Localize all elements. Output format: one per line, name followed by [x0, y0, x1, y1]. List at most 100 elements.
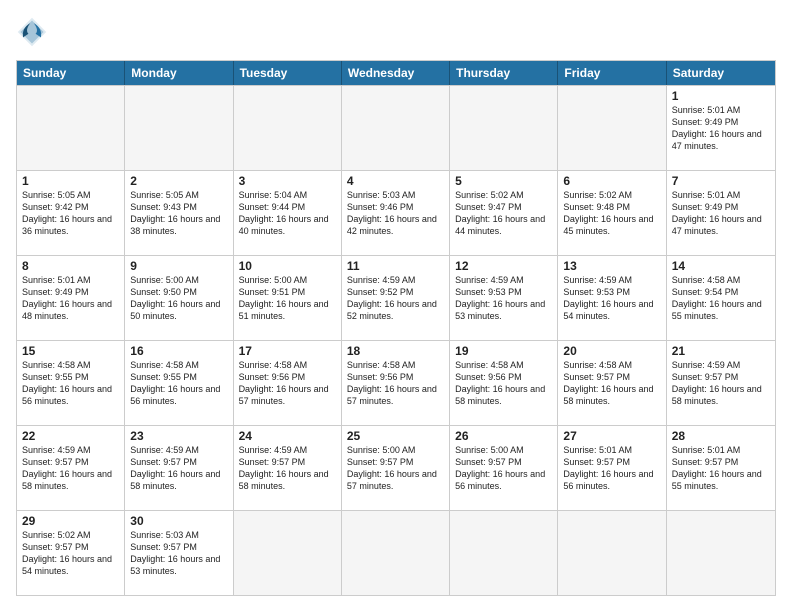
day-info: Sunrise: 5:00 AM Sunset: 9:50 PM Dayligh… [130, 274, 227, 323]
day-number: 23 [130, 429, 227, 443]
day-info: Sunrise: 4:58 AM Sunset: 9:57 PM Dayligh… [563, 359, 660, 408]
day-info: Sunrise: 5:03 AM Sunset: 9:46 PM Dayligh… [347, 189, 444, 238]
day-info: Sunrise: 5:01 AM Sunset: 9:57 PM Dayligh… [563, 444, 660, 493]
cal-cell-empty [342, 86, 450, 170]
cal-header-saturday: Saturday [667, 61, 775, 85]
day-number: 4 [347, 174, 444, 188]
day-info: Sunrise: 5:00 AM Sunset: 9:57 PM Dayligh… [347, 444, 444, 493]
cal-cell-empty [125, 86, 233, 170]
cal-header-tuesday: Tuesday [234, 61, 342, 85]
cal-cell-18: 18Sunrise: 4:58 AM Sunset: 9:56 PM Dayli… [342, 341, 450, 425]
cal-row-2: 8Sunrise: 5:01 AM Sunset: 9:49 PM Daylig… [17, 255, 775, 340]
day-info: Sunrise: 5:01 AM Sunset: 9:57 PM Dayligh… [672, 444, 770, 493]
cal-cell-12: 12Sunrise: 4:59 AM Sunset: 9:53 PM Dayli… [450, 256, 558, 340]
cal-cell-empty [17, 86, 125, 170]
cal-cell-3: 3Sunrise: 5:04 AM Sunset: 9:44 PM Daylig… [234, 171, 342, 255]
day-number: 3 [239, 174, 336, 188]
day-info: Sunrise: 5:02 AM Sunset: 9:47 PM Dayligh… [455, 189, 552, 238]
day-info: Sunrise: 4:59 AM Sunset: 9:53 PM Dayligh… [563, 274, 660, 323]
cal-cell-empty [450, 511, 558, 595]
cal-cell-15: 15Sunrise: 4:58 AM Sunset: 9:55 PM Dayli… [17, 341, 125, 425]
day-info: Sunrise: 5:05 AM Sunset: 9:42 PM Dayligh… [22, 189, 119, 238]
day-info: Sunrise: 4:58 AM Sunset: 9:55 PM Dayligh… [130, 359, 227, 408]
day-info: Sunrise: 5:05 AM Sunset: 9:43 PM Dayligh… [130, 189, 227, 238]
day-number: 16 [130, 344, 227, 358]
day-number: 25 [347, 429, 444, 443]
day-number: 5 [455, 174, 552, 188]
cal-cell-8: 8Sunrise: 5:01 AM Sunset: 9:49 PM Daylig… [17, 256, 125, 340]
cal-cell-7: 7Sunrise: 5:01 AM Sunset: 9:49 PM Daylig… [667, 171, 775, 255]
cal-row-0: 1Sunrise: 5:01 AM Sunset: 9:49 PM Daylig… [17, 85, 775, 170]
cal-cell-22: 22Sunrise: 4:59 AM Sunset: 9:57 PM Dayli… [17, 426, 125, 510]
cal-cell-empty [234, 511, 342, 595]
day-info: Sunrise: 4:59 AM Sunset: 9:57 PM Dayligh… [239, 444, 336, 493]
cal-cell-13: 13Sunrise: 4:59 AM Sunset: 9:53 PM Dayli… [558, 256, 666, 340]
day-number: 1 [22, 174, 119, 188]
day-number: 27 [563, 429, 660, 443]
day-number: 21 [672, 344, 770, 358]
page: SundayMondayTuesdayWednesdayThursdayFrid… [0, 0, 792, 612]
header [16, 16, 776, 48]
cal-cell-1: 1Sunrise: 5:05 AM Sunset: 9:42 PM Daylig… [17, 171, 125, 255]
day-number: 12 [455, 259, 552, 273]
cal-row-5: 29Sunrise: 5:02 AM Sunset: 9:57 PM Dayli… [17, 510, 775, 595]
calendar-header-row: SundayMondayTuesdayWednesdayThursdayFrid… [17, 61, 775, 85]
cal-cell-empty [558, 511, 666, 595]
day-number: 6 [563, 174, 660, 188]
cal-header-sunday: Sunday [17, 61, 125, 85]
cal-cell-empty [450, 86, 558, 170]
logo [16, 16, 52, 48]
cal-cell-5: 5Sunrise: 5:02 AM Sunset: 9:47 PM Daylig… [450, 171, 558, 255]
day-info: Sunrise: 4:59 AM Sunset: 9:53 PM Dayligh… [455, 274, 552, 323]
day-number: 26 [455, 429, 552, 443]
day-info: Sunrise: 4:58 AM Sunset: 9:56 PM Dayligh… [347, 359, 444, 408]
cal-cell-19: 19Sunrise: 4:58 AM Sunset: 9:56 PM Dayli… [450, 341, 558, 425]
cal-row-3: 15Sunrise: 4:58 AM Sunset: 9:55 PM Dayli… [17, 340, 775, 425]
day-info: Sunrise: 4:58 AM Sunset: 9:55 PM Dayligh… [22, 359, 119, 408]
day-number: 22 [22, 429, 119, 443]
day-info: Sunrise: 4:58 AM Sunset: 9:54 PM Dayligh… [672, 274, 770, 323]
calendar-body: 1 Sunrise: 5:01 AM Sunset: 9:49 PM Daylig… [17, 85, 775, 595]
cal-cell-empty [234, 86, 342, 170]
cal-cell-28: 28Sunrise: 5:01 AM Sunset: 9:57 PM Dayli… [667, 426, 775, 510]
cal-cell-4: 4Sunrise: 5:03 AM Sunset: 9:46 PM Daylig… [342, 171, 450, 255]
day-number: 17 [239, 344, 336, 358]
cal-cell-9: 9Sunrise: 5:00 AM Sunset: 9:50 PM Daylig… [125, 256, 233, 340]
cal-cell-25: 25Sunrise: 5:00 AM Sunset: 9:57 PM Dayli… [342, 426, 450, 510]
day-info: Sunrise: 4:59 AM Sunset: 9:52 PM Dayligh… [347, 274, 444, 323]
day-number: 30 [130, 514, 227, 528]
day-number: 13 [563, 259, 660, 273]
cal-cell-empty [342, 511, 450, 595]
day-info: Sunrise: 4:59 AM Sunset: 9:57 PM Dayligh… [130, 444, 227, 493]
cal-cell-24: 24Sunrise: 4:59 AM Sunset: 9:57 PM Dayli… [234, 426, 342, 510]
day-info: Sunrise: 5:01 AM Sunset: 9:49 PM Dayligh… [22, 274, 119, 323]
cal-row-4: 22Sunrise: 4:59 AM Sunset: 9:57 PM Dayli… [17, 425, 775, 510]
cal-cell-empty [667, 511, 775, 595]
cal-cell-27: 27Sunrise: 5:01 AM Sunset: 9:57 PM Dayli… [558, 426, 666, 510]
day-number: 20 [563, 344, 660, 358]
cal-cell-17: 17Sunrise: 4:58 AM Sunset: 9:56 PM Dayli… [234, 341, 342, 425]
cal-row-1: 1Sunrise: 5:05 AM Sunset: 9:42 PM Daylig… [17, 170, 775, 255]
day-number: 18 [347, 344, 444, 358]
day-number: 14 [672, 259, 770, 273]
day-info: Sunrise: 5:03 AM Sunset: 9:57 PM Dayligh… [130, 529, 227, 578]
day-info: Sunrise: 4:59 AM Sunset: 9:57 PM Dayligh… [672, 359, 770, 408]
cal-cell-14: 14Sunrise: 4:58 AM Sunset: 9:54 PM Dayli… [667, 256, 775, 340]
cal-cell-1: 1Sunrise: 5:01 AM Sunset: 9:49 PM Daylig… [667, 86, 775, 170]
day-info: Sunrise: 5:02 AM Sunset: 9:48 PM Dayligh… [563, 189, 660, 238]
day-info: Sunrise: 5:02 AM Sunset: 9:57 PM Dayligh… [22, 529, 119, 578]
cal-cell-30: 30Sunrise: 5:03 AM Sunset: 9:57 PM Dayli… [125, 511, 233, 595]
day-info: Sunrise: 5:00 AM Sunset: 9:57 PM Dayligh… [455, 444, 552, 493]
cal-header-thursday: Thursday [450, 61, 558, 85]
day-info: Sunrise: 5:00 AM Sunset: 9:51 PM Dayligh… [239, 274, 336, 323]
cal-header-monday: Monday [125, 61, 233, 85]
day-info: Sunrise: 4:59 AM Sunset: 9:57 PM Dayligh… [22, 444, 119, 493]
day-info: Sunrise: 5:01 AM Sunset: 9:49 PM Dayligh… [672, 104, 770, 153]
cal-cell-16: 16Sunrise: 4:58 AM Sunset: 9:55 PM Dayli… [125, 341, 233, 425]
day-number: 15 [22, 344, 119, 358]
day-number: 24 [239, 429, 336, 443]
day-number: 10 [239, 259, 336, 273]
cal-cell-2: 2Sunrise: 5:05 AM Sunset: 9:43 PM Daylig… [125, 171, 233, 255]
cal-cell-11: 11Sunrise: 4:59 AM Sunset: 9:52 PM Dayli… [342, 256, 450, 340]
day-number: 11 [347, 259, 444, 273]
